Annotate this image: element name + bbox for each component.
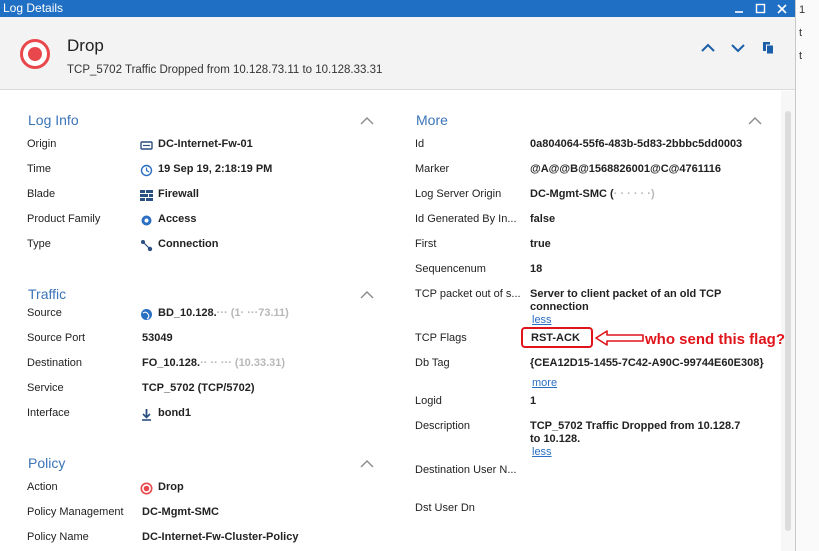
drop-icon — [20, 39, 50, 69]
field-value-product-family: Access — [158, 213, 197, 225]
background-text: t — [799, 27, 803, 39]
field-label: Interface — [27, 407, 70, 419]
gateway-icon — [140, 141, 153, 150]
field-value-type: Connection — [158, 238, 219, 250]
more-link[interactable]: more — [532, 377, 557, 389]
field-value-policy-management: DC-Mgmt-SMC — [142, 506, 219, 518]
field-value-policy-name: DC-Internet-Fw-Cluster-Policy — [142, 531, 299, 543]
window-titlebar: Log Details — [0, 0, 795, 17]
field-value-tcp-packet-out-of-state: Server to client packet of an old TCP — [530, 288, 722, 300]
field-label: Source — [27, 307, 62, 319]
next-log-button[interactable] — [729, 39, 747, 57]
background-text: 1 — [799, 4, 806, 16]
field-value-logid: 1 — [530, 395, 537, 407]
field-label: Product Family — [27, 213, 101, 225]
field-value-blade: Firewall — [158, 188, 199, 200]
log-subtitle: TCP_5702 Traffic Dropped from 10.128.73.… — [67, 64, 383, 76]
field-value-action: Drop — [158, 481, 184, 493]
field-label: Destination User N... — [415, 464, 517, 476]
field-label: Source Port — [27, 332, 86, 344]
field-label: Policy Name — [27, 531, 89, 543]
field-label: Action — [27, 481, 58, 493]
field-label: Blade — [27, 188, 56, 200]
field-label: Service — [27, 382, 64, 394]
drop-icon — [140, 482, 153, 495]
clock-icon — [140, 164, 153, 177]
field-value-first: true — [530, 238, 551, 250]
vertical-scrollbar[interactable] — [781, 91, 795, 551]
globe-icon — [141, 309, 152, 320]
field-label: Dst User Dn — [415, 502, 475, 514]
log-details-content: Log Info Origin DC-Internet-Fw-01 Time 1… — [0, 91, 781, 551]
field-label: Marker — [415, 163, 450, 175]
section-title-policy: Policy — [28, 455, 66, 471]
firewall-icon — [140, 190, 153, 201]
collapse-traffic-icon[interactable] — [360, 290, 374, 300]
copy-icon — [762, 42, 774, 55]
background-text: t — [799, 50, 803, 62]
copy-button[interactable] — [759, 39, 777, 57]
window-title: Log Details — [3, 1, 64, 15]
section-title-log-info: Log Info — [28, 112, 79, 128]
minimize-icon[interactable] — [729, 0, 749, 17]
log-header: Drop TCP_5702 Traffic Dropped from 10.12… — [0, 17, 795, 90]
field-label: Sequencenum — [415, 263, 486, 275]
collapse-policy-icon[interactable] — [360, 459, 374, 469]
field-value-interface: bond1 — [158, 407, 191, 419]
field-label: Id — [415, 138, 425, 150]
annotation-text: who send this flag? — [645, 331, 786, 348]
field-label: Destination — [27, 357, 83, 369]
access-icon — [141, 215, 152, 226]
field-value-tcp-packet-out-of-state-line2: connection — [530, 301, 589, 313]
less-link[interactable]: less — [532, 446, 552, 458]
field-label: TCP packet out of s... — [415, 288, 521, 300]
field-label: TCP Flags — [415, 332, 467, 344]
field-label: Id Generated By In... — [415, 213, 517, 225]
highlight-box — [521, 327, 593, 348]
field-label: Logid — [415, 395, 442, 407]
field-label: Time — [27, 163, 52, 175]
field-label: Log Server Origin — [415, 188, 502, 200]
field-value-description-line2: to 10.128. — [530, 433, 581, 445]
field-value-db-tag: {CEA12D15-1455-7C42-A90C-99744E60E308} — [530, 357, 764, 369]
field-value-id: 0a804064-55f6-483b-5d83-2bbbc5dd0003 — [530, 138, 743, 150]
field-value-log-server-origin: DC-Mgmt-SMC (· · · · · ·) — [530, 188, 655, 200]
field-label: First — [415, 238, 437, 250]
field-value-service: TCP_5702 (TCP/5702) — [142, 382, 255, 394]
field-label: Description — [415, 420, 471, 432]
less-link[interactable]: less — [532, 314, 552, 326]
collapse-log-info-icon[interactable] — [360, 116, 374, 126]
section-title-traffic: Traffic — [28, 286, 67, 302]
field-value-source: BD_10.128.··· (1· ···73.11) — [158, 307, 289, 319]
section-title-more: More — [416, 112, 448, 128]
field-value-sequencenum: 18 — [530, 263, 543, 275]
field-label: Db Tag — [415, 357, 450, 369]
field-label: Type — [27, 238, 51, 250]
close-icon[interactable] — [772, 0, 792, 17]
interface-icon — [142, 409, 151, 421]
maximize-icon[interactable] — [750, 0, 770, 17]
field-label: Policy Management — [27, 506, 124, 518]
log-title: Drop — [67, 36, 104, 55]
field-value-marker: @A@@B@1568826001@C@4761116 — [530, 163, 721, 175]
previous-log-button[interactable] — [699, 39, 717, 57]
chevron-up-icon — [701, 43, 715, 52]
collapse-more-icon[interactable] — [748, 116, 762, 126]
background-window-edge: 1 t t — [795, 0, 819, 551]
chevron-down-icon — [731, 44, 745, 53]
field-value-id-generated: false — [530, 213, 556, 225]
field-value-description: TCP_5702 Traffic Dropped from 10.128.7 — [530, 420, 741, 432]
field-value-source-port: 53049 — [142, 332, 173, 344]
field-value-origin: DC-Internet-Fw-01 — [158, 138, 253, 150]
field-value-time: 19 Sep 19, 2:18:19 PM — [158, 163, 273, 175]
connection-icon — [141, 240, 153, 252]
field-value-destination: FO_10.128.·· ·· ··· (10.33.31) — [142, 357, 286, 369]
arrow-left-icon — [595, 330, 644, 346]
scrollbar-thumb[interactable] — [785, 111, 791, 531]
field-label: Origin — [27, 138, 57, 150]
